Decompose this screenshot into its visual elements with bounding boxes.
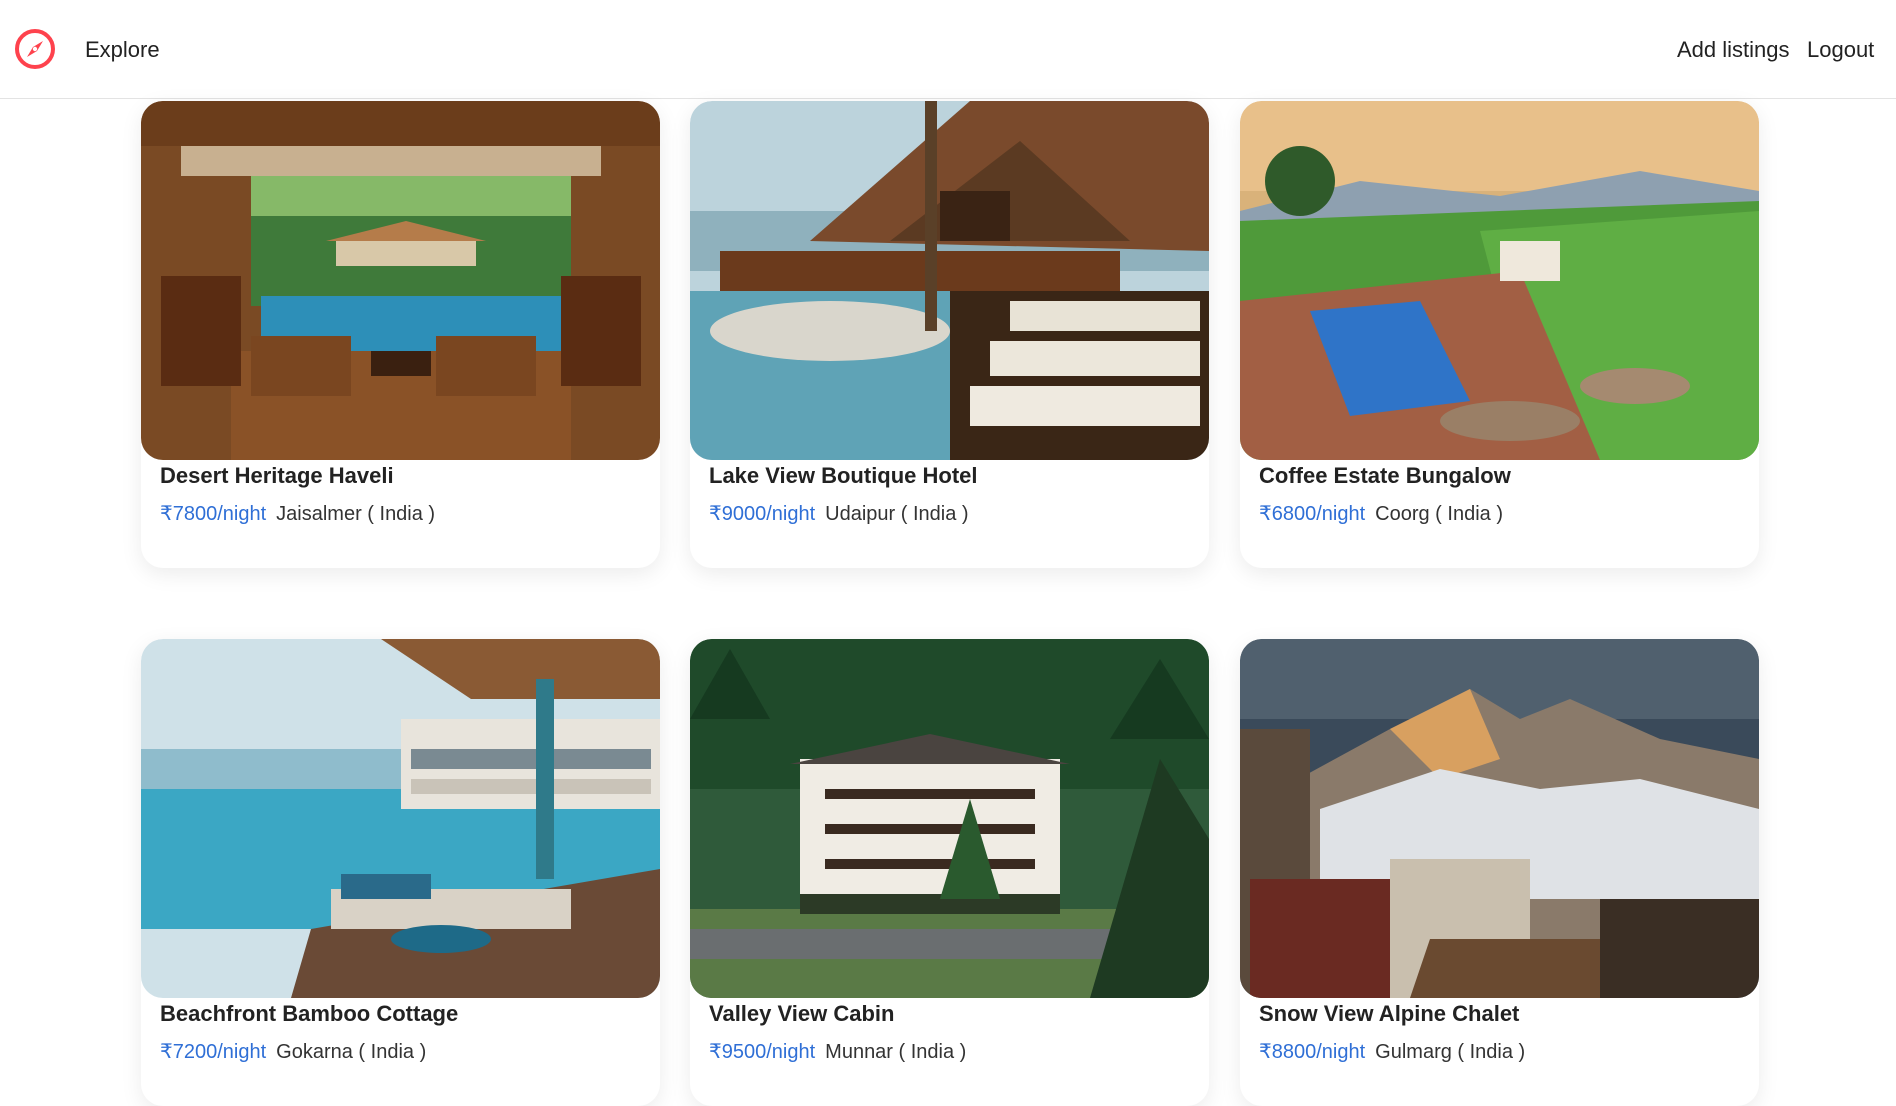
listing-location: Udaipur ( India ) <box>825 503 969 525</box>
nav-logout-link[interactable]: Logout <box>1807 37 1874 63</box>
listing-image[interactable] <box>1240 639 1759 998</box>
listing-title: Beachfront Bamboo Cottage <box>160 1001 459 1026</box>
nav-explore-link[interactable]: Explore <box>85 37 160 63</box>
listing-title: Snow View Alpine Chalet <box>1259 1001 1520 1026</box>
listing-card[interactable]: Lake View Boutique Hotel ₹9000/night Udai… <box>690 101 1209 568</box>
listing-location: Gokarna ( India ) <box>276 1041 427 1063</box>
listing-meta: ₹9500/night Munnar ( India ) <box>709 1039 966 1064</box>
listing-card[interactable]: Beachfront Bamboo Cottage ₹7200/night Gok… <box>141 639 660 1106</box>
listing-location: Coorg ( India ) <box>1375 503 1503 525</box>
listing-price: ₹9000/night <box>709 503 816 525</box>
listing-location: Jaisalmer ( India ) <box>276 503 436 525</box>
listing-meta: ₹7200/night Gokarna ( India ) <box>160 1039 426 1064</box>
listing-title: Coffee Estate Bungalow <box>1259 463 1511 488</box>
listing-meta: ₹6800/night Coorg ( India ) <box>1259 501 1503 526</box>
listing-price: ₹7200/night <box>160 1041 267 1063</box>
nav-add-listings-link[interactable]: Add listings <box>1677 37 1790 63</box>
listing-meta: ₹7800/night Jaisalmer ( India ) <box>160 501 435 526</box>
listing-title: Lake View Boutique Hotel <box>709 463 978 488</box>
listing-image[interactable] <box>141 101 660 460</box>
listing-image[interactable] <box>690 101 1209 460</box>
listing-title: Desert Heritage Haveli <box>160 463 394 488</box>
listing-price: ₹8800/night <box>1259 1041 1366 1063</box>
listing-card[interactable]: Snow View Alpine Chalet ₹8800/night Gulma… <box>1240 639 1759 1106</box>
listing-meta: ₹9000/night Udaipur ( India ) <box>709 501 969 526</box>
listing-card[interactable]: Desert Heritage Haveli ₹7800/night Jaisal… <box>141 101 660 568</box>
listing-price: ₹7800/night <box>160 503 267 525</box>
listing-image[interactable] <box>141 639 660 998</box>
listing-image[interactable] <box>690 639 1209 998</box>
listing-location: Gulmarg ( India ) <box>1375 1041 1526 1063</box>
listing-meta: ₹8800/night Gulmarg ( India ) <box>1259 1039 1525 1064</box>
navbar: Explore Add listings Logout <box>0 0 1896 99</box>
compass-icon[interactable] <box>14 28 56 70</box>
listing-title: Valley View Cabin <box>709 1001 895 1026</box>
listing-location: Munnar ( India ) <box>825 1041 967 1063</box>
listing-image[interactable] <box>1240 101 1759 460</box>
listing-card[interactable]: Valley View Cabin ₹9500/night Munnar ( In… <box>690 639 1209 1106</box>
listing-card[interactable]: Coffee Estate Bungalow ₹6800/night Coorg … <box>1240 101 1759 568</box>
listing-price: ₹9500/night <box>709 1041 816 1063</box>
listing-price: ₹6800/night <box>1259 503 1366 525</box>
